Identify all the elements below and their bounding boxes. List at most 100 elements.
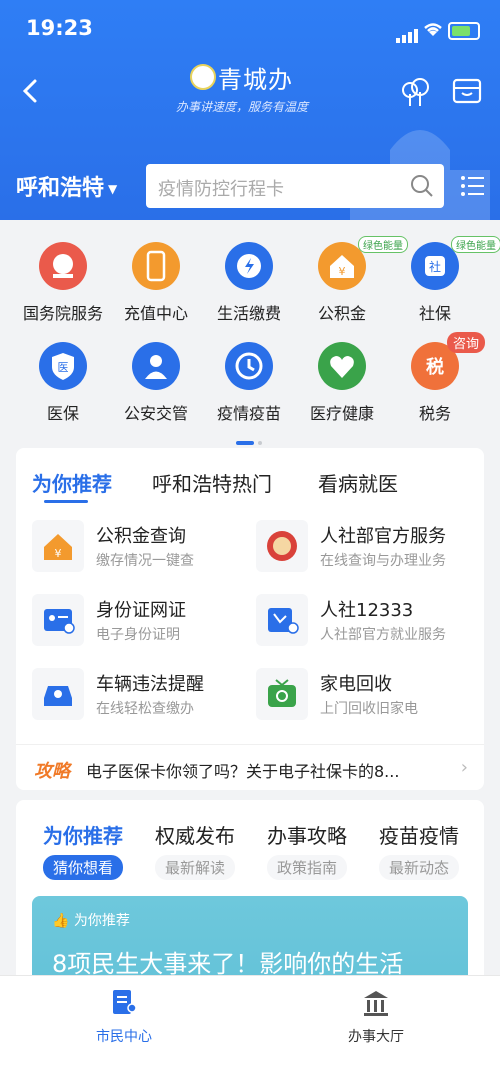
service-item[interactable]: 公安交管 <box>110 342 202 424</box>
entry-subtitle: 在线查询与办理业务 <box>320 553 446 569</box>
svg-text:税: 税 <box>426 356 444 378</box>
menu-icon[interactable] <box>460 174 486 198</box>
service-label: 充值中心 <box>123 304 188 323</box>
service-grid: 国务院服务 充值中心 生活缴费 ¥ 绿色能量 公积金 社 绿色能量 社保 医 医… <box>0 230 500 440</box>
feed-tab[interactable]: 权威发布 最新解读 <box>140 820 250 880</box>
page-dot-active <box>236 440 254 445</box>
tree-icon[interactable] <box>398 76 432 110</box>
tab-hohhot-hot[interactable]: 呼和浩特热门 <box>152 468 272 497</box>
thumbs-up-icon: 👍 <box>52 913 70 929</box>
back-arrow-icon[interactable] <box>18 78 44 104</box>
service-item[interactable]: 医疗健康 <box>296 342 388 424</box>
entry-title: 公积金查询 <box>96 526 186 547</box>
house-yuan-icon: ¥ 绿色能量 <box>318 236 408 290</box>
service-entry[interactable]: 家电回收 上门回收旧家电 <box>256 668 476 728</box>
service-label: 国务院服务 <box>22 304 103 323</box>
wifi-icon <box>424 23 442 36</box>
entry-title: 身份证网证 <box>96 600 186 621</box>
feed-tab-sub: 最新动态 <box>378 855 459 880</box>
tab-label: 市民中心 <box>96 1029 152 1045</box>
search-placeholder: 疫情防控行程卡 <box>158 179 284 200</box>
feed-tab[interactable]: 疫苗疫情 最新动态 <box>364 820 474 880</box>
svg-text:¥: ¥ <box>55 547 62 560</box>
entry-subtitle: 缴存情况一键查 <box>96 553 194 569</box>
feed-tab-title: 疫苗疫情 <box>379 824 459 848</box>
status-time: 19:23 <box>26 16 93 40</box>
entry-title: 人社12333 <box>320 600 414 621</box>
entry-title: 人社部官方服务 <box>320 526 446 547</box>
search-icon[interactable] <box>410 174 434 198</box>
battery-icon <box>448 22 480 40</box>
wallet-icon[interactable] <box>452 76 482 106</box>
app-header: 19:23 青城办 办事讲速度，服务有温度 呼和浩特 ▼ 疫情防控行程卡 <box>0 0 500 220</box>
entry-title: 家电回收 <box>320 674 392 695</box>
entry-subtitle: 在线轻松查缴办 <box>96 701 194 717</box>
service-entry[interactable]: 身份证网证 电子身份证明 <box>32 594 252 654</box>
search-box[interactable]: 疫情防控行程卡 <box>146 164 444 208</box>
tab-medical[interactable]: 看病就医 <box>318 468 398 497</box>
entry-subtitle: 人社部官方就业服务 <box>320 627 446 643</box>
mohrss-emblem-icon <box>256 520 308 572</box>
id-card-icon <box>32 594 84 646</box>
house-yuan-icon: ¥ <box>32 520 84 572</box>
service-label: 医保 <box>46 404 79 423</box>
svg-text:医: 医 <box>58 361 69 374</box>
feed-tab-sub: 最新解读 <box>154 855 235 880</box>
service-label: 医疗健康 <box>309 404 374 423</box>
recommend-card: 为你推荐 呼和浩特热门 看病就医 ¥ 公积金查询 缴存情况一键查 人社部官方服务… <box>16 448 484 790</box>
service-label: 公积金 <box>317 304 366 323</box>
green-energy-badge: 绿色能量 <box>451 236 500 253</box>
bottom-tab-bar: 市民中心 办事大厅 <box>0 975 500 1085</box>
service-hall-icon <box>364 991 388 1016</box>
service-entry[interactable]: 车辆违法提醒 在线轻松查缴办 <box>32 668 252 728</box>
service-item[interactable]: 医 医保 <box>17 342 109 424</box>
clock-icon <box>225 342 273 390</box>
tax-icon: 税 咨询 <box>411 332 486 390</box>
service-item[interactable]: 生活缴费 <box>203 242 295 324</box>
status-bar: 19:23 <box>0 0 500 56</box>
entry-title: 车辆违法提醒 <box>96 674 204 695</box>
chevron-right-icon: › <box>460 757 468 778</box>
feed-tab[interactable]: 办事攻略 政策指南 <box>252 820 362 880</box>
feed-tab-title: 权威发布 <box>155 824 235 848</box>
tab-underline <box>44 500 88 503</box>
tab-citizen-center[interactable]: 市民中心 <box>54 988 194 1046</box>
service-item[interactable]: 税 咨询 税务 <box>389 332 486 424</box>
service-item[interactable]: 国务院服务 <box>17 242 109 324</box>
app-logo: 青城办 办事讲速度，服务有温度 <box>176 58 340 118</box>
tab-service-hall[interactable]: 办事大厅 <box>306 988 446 1046</box>
entry-subtitle: 上门回收旧家电 <box>320 701 418 717</box>
hand-check-icon <box>256 594 308 646</box>
consult-badge: 咨询 <box>447 332 486 353</box>
feed-tab-sub: 猜你想看 <box>42 855 123 880</box>
feed-tab-title: 办事攻略 <box>267 824 347 848</box>
service-label: 公安交管 <box>123 404 188 423</box>
service-label: 社保 <box>418 304 451 323</box>
city-selector[interactable]: 呼和浩特 ▼ <box>16 170 117 202</box>
service-label: 疫情疫苗 <box>216 404 281 423</box>
state-council-icon <box>39 242 87 290</box>
city-name: 呼和浩特 <box>16 176 105 201</box>
feed-tab[interactable]: 为你推荐 猜你想看 <box>28 820 138 880</box>
service-item[interactable]: ¥ 绿色能量 公积金 <box>296 236 408 324</box>
service-item[interactable]: 疫情疫苗 <box>203 342 295 424</box>
service-item[interactable]: 充值中心 <box>110 242 202 324</box>
strategy-bar[interactable]: 攻略 电子医保卡你领了吗？关于电子社保卡的8... › <box>16 744 484 791</box>
feed-tab-title: 为你推荐 <box>43 824 123 848</box>
tab-label: 办事大厅 <box>348 1029 404 1045</box>
logo-name: 青城办 <box>218 66 293 94</box>
svg-text:社: 社 <box>429 259 441 274</box>
logo-slogan: 办事讲速度，服务有温度 <box>176 100 309 114</box>
tab-recommend[interactable]: 为你推荐 <box>32 468 112 497</box>
svg-text:¥: ¥ <box>339 265 346 278</box>
caret-down-icon: ▼ <box>108 182 118 196</box>
service-entry[interactable]: 人社12333 人社部官方就业服务 <box>256 594 476 654</box>
service-entry[interactable]: 人社部官方服务 在线查询与办理业务 <box>256 520 476 580</box>
service-label: 税务 <box>418 404 451 423</box>
service-entry[interactable]: ¥ 公积金查询 缴存情况一键查 <box>32 520 252 580</box>
service-label: 生活缴费 <box>216 304 281 323</box>
logo-emblem-icon <box>190 64 216 90</box>
service-item[interactable]: 社 绿色能量 社保 <box>389 236 500 324</box>
citizen-center-icon <box>113 990 137 1014</box>
social-security-icon: 社 绿色能量 <box>411 236 500 290</box>
